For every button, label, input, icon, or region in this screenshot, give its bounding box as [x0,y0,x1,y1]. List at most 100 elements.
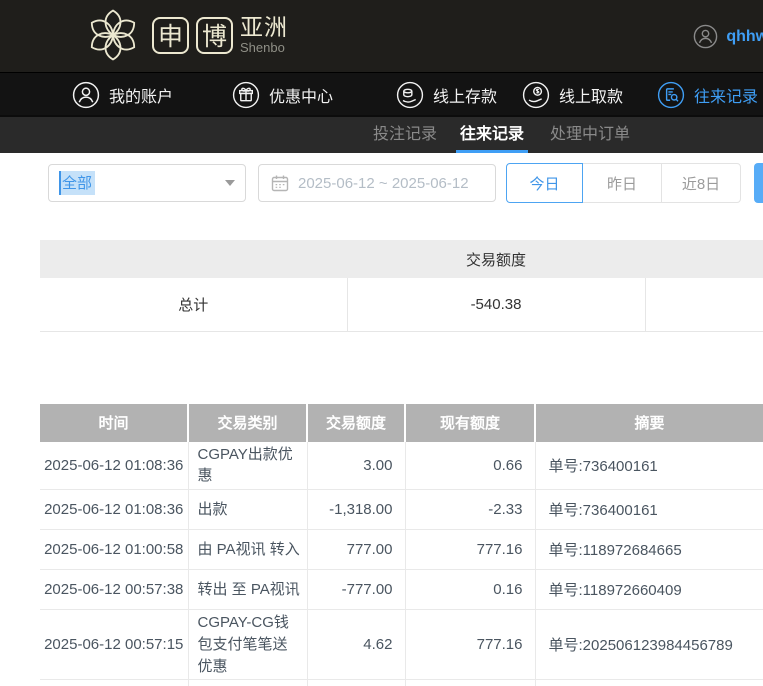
summary-empty-cell [645,278,763,331]
calendar-icon [271,174,289,192]
summary-total-value: -540.38 [347,278,645,331]
date-range-value: 2025-06-12 ~ 2025-06-12 [298,175,469,192]
cell-amount: 3.00 [307,442,405,490]
table-row: 2025-06-12 01:00:58 由 PA视讯 转入 777.00 777… [40,530,763,570]
flower-logo-icon [84,6,142,64]
records-table: 时间 交易类别 交易额度 现有额度 摘要 2025-06-12 01:08:36… [40,404,763,686]
page: 申 博 亚洲 Shenbo qhhw2 我的账户 [0,0,763,686]
date-range-input[interactable]: 2025-06-12 ~ 2025-06-12 [258,164,496,202]
table-row: 2025-06-12 01:08:36 CGPAY出款优惠 3.00 0.66 … [40,442,763,490]
tab-label: 往来记录 [460,126,524,143]
nav-label: 往来记录 [694,83,758,107]
cell-type: CGPAY-CG钱包支付笔笔送优惠 [188,610,307,680]
logo-subtitle: Shenbo [240,41,288,54]
cell-memo: 单号:202506123984456789 [535,610,763,680]
tab-transaction-records[interactable]: 往来记录 [460,117,524,153]
nav-label: 线上存款 [433,83,497,107]
tab-label: 处理中订单 [550,126,630,143]
cell-type: CGPAY出款优惠 [188,442,307,490]
logo-region: 亚洲 Shenbo [240,16,288,54]
cell-amount: -1,318.00 [307,490,405,530]
cell-balance: -2.33 [405,490,535,530]
col-header-amount: 交易额度 [307,404,405,442]
nav-label: 优惠中心 [269,83,333,107]
username[interactable]: qhhw2 [726,28,763,46]
cell-balance: 777.16 [405,530,535,570]
top-header: 申 博 亚洲 Shenbo qhhw2 [0,0,763,72]
summary-header-empty [645,240,763,278]
button-label: 今日 [529,173,559,194]
cell-time: 2025-06-12 01:08:36 [40,442,188,490]
col-header-memo: 摘要 [535,404,763,442]
table-row: 2025-06-12 00:57:38 转出 至 PA视讯 -777.00 0.… [40,570,763,610]
summary-total-row: 总计 -540.38 [40,278,763,331]
nav-item-transaction-records[interactable]: 往来记录 [657,73,758,116]
yesterday-button[interactable]: 昨日 [582,163,662,203]
records-header-row: 时间 交易类别 交易额度 现有额度 摘要 [40,404,763,442]
cell-time: 2025-06-12 01:00:58 [40,530,188,570]
type-select[interactable]: 全部 [48,164,246,202]
cell-time: 2025-06-12 00:57:15 [40,680,188,686]
gift-icon [232,81,260,109]
cell-amount: 770.00 [307,680,405,686]
col-header-time: 时间 [40,404,188,442]
nav-item-withdraw[interactable]: 线上取款 [522,73,623,116]
main-nav: 我的账户 优惠中心 线上存款 [0,72,763,115]
today-button[interactable]: 今日 [506,163,583,203]
cell-memo: 单号:736400161 [535,490,763,530]
cell-memo: 单号:118972660409 [535,570,763,610]
cell-amount: 4.62 [307,610,405,680]
cell-balance: 0.16 [405,570,535,610]
cell-type: 由 PA视讯 转入 [188,530,307,570]
cell-time: 2025-06-12 00:57:38 [40,570,188,610]
cell-memo: 单号:736400161 [535,442,763,490]
cell-balance: 0.66 [405,442,535,490]
logo-region-cn: 亚洲 [240,16,288,39]
cell-time: 2025-06-12 01:08:36 [40,490,188,530]
col-header-balance: 现有额度 [405,404,535,442]
tab-label: 投注记录 [373,126,437,143]
cell-time: 2025-06-12 00:57:15 [40,610,188,680]
table-row: 2025-06-12 00:57:15 CGPAY-CG钱包支付笔笔送优惠 4.… [40,610,763,680]
logo-char-box: 博 [196,17,233,54]
nav-label: 线上取款 [559,83,623,107]
summary-total-label: 总计 [40,278,347,331]
search-button-cutoff[interactable] [754,163,763,203]
nav-item-deposit[interactable]: 线上存款 [396,73,497,116]
cell-type: CGPAY支付 [188,680,307,686]
sub-nav: 投注记录 往来记录 处理中订单 [0,115,763,153]
cell-balance: 772.54 [405,680,535,686]
user-icon [72,81,100,109]
summary-table: 交易额度 总计 -540.38 [40,240,763,332]
deposit-icon [396,81,424,109]
summary-header-row: 交易额度 [40,240,763,278]
cell-amount: 777.00 [307,530,405,570]
chevron-down-icon [225,180,235,186]
user-avatar-icon [693,24,718,49]
cell-type: 转出 至 PA视讯 [188,570,307,610]
cell-memo: 单号:202506123984456789 [535,680,763,686]
records-icon [657,81,685,109]
withdraw-icon [522,81,550,109]
cell-memo: 单号:118972684665 [535,530,763,570]
cell-amount: -777.00 [307,570,405,610]
col-header-type: 交易类别 [188,404,307,442]
type-select-value: 全部 [59,171,95,195]
filter-row: 全部 2025-06-12 ~ 2025-06-12 今日 昨日 近8日 [0,163,763,203]
nav-label: 我的账户 [109,83,173,107]
tab-betting-records[interactable]: 投注记录 [373,117,437,153]
summary-header-amount: 交易额度 [347,240,645,278]
table-row: 2025-06-12 00:57:15 CGPAY支付 770.00 772.5… [40,680,763,686]
summary-header-empty [40,240,347,278]
nav-item-promotions[interactable]: 优惠中心 [232,73,333,116]
button-label: 近8日 [682,173,720,194]
cell-type: 出款 [188,490,307,530]
tab-processing-orders[interactable]: 处理中订单 [550,117,630,153]
button-label: 昨日 [607,173,637,194]
table-row: 2025-06-12 01:08:36 出款 -1,318.00 -2.33 单… [40,490,763,530]
nav-item-my-account[interactable]: 我的账户 [72,73,173,116]
user-account[interactable]: qhhw2 [693,24,763,49]
last-8-days-button[interactable]: 近8日 [661,163,741,203]
logo-char-box: 申 [152,17,189,54]
cell-balance: 777.16 [405,610,535,680]
